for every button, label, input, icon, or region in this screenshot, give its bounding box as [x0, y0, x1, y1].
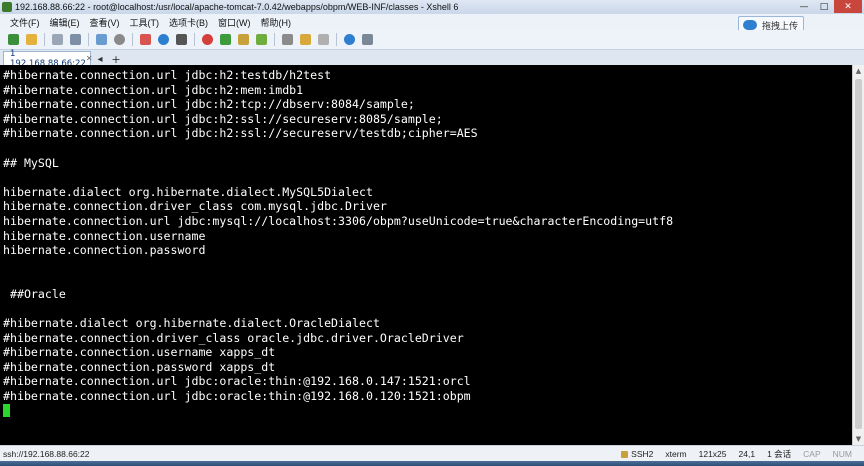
status-bar: ssh://192.168.88.66:22 SSH2 xterm 121x25…	[0, 445, 864, 461]
terminal-line: #hibernate.connection.url jdbc:oracle:th…	[3, 374, 471, 389]
terminal-line: hibernate.connection.password	[3, 243, 206, 258]
menu-tab[interactable]: 选项卡(B)	[169, 16, 208, 29]
protocol-label: SSH2	[631, 449, 654, 459]
lock-icon[interactable]	[238, 34, 249, 45]
add-tab-icon[interactable]: +	[110, 53, 122, 66]
menu-tools[interactable]: 工具(T)	[130, 16, 160, 29]
terminal-line: hibernate.connection.driver_class com.my…	[3, 199, 387, 214]
toolbar-separator	[336, 33, 337, 46]
tools-icon[interactable]	[362, 34, 373, 45]
terminal-cursor	[3, 403, 10, 417]
close-tab-icon[interactable]: ✕	[86, 54, 93, 63]
xmanager-icon[interactable]	[220, 34, 231, 45]
session-tab-bar: 1 192.168.88.66:22 ✕ ◂ +	[0, 49, 864, 69]
reconnect-icon[interactable]	[70, 34, 81, 45]
properties-icon[interactable]	[96, 34, 107, 45]
vertical-scrollbar[interactable]: ▲ ▼	[852, 65, 864, 445]
xftp-icon[interactable]	[202, 34, 213, 45]
menu-help[interactable]: 帮助(H)	[261, 16, 292, 29]
toolbar	[0, 30, 864, 50]
caps-lock-status: CAP	[803, 449, 821, 459]
disconnect-icon[interactable]	[52, 34, 63, 45]
terminal-line: #hibernate.connection.url jdbc:oracle:th…	[3, 389, 471, 404]
compose-icon[interactable]	[300, 34, 311, 45]
window-title: 192.168.88.66:22 - root@localhost:/usr/l…	[15, 2, 459, 12]
window-controls: — □ ✕	[794, 0, 862, 13]
terminal-line: #hibernate.connection.url jdbc:h2:ssl://…	[3, 111, 443, 126]
terminal-line: #hibernate.connection.username xapps_dt	[3, 345, 276, 360]
toolbar-separator	[274, 33, 275, 46]
status-right-group: SSH2 xterm 121x25 24,1 1 会话 CAP NUM	[621, 446, 864, 462]
menu-window[interactable]: 窗口(W)	[218, 16, 251, 29]
terminal-line: ##Oracle	[3, 286, 66, 301]
terminal-line: #hibernate.dialect org.hibernate.dialect…	[3, 316, 380, 331]
tab-session-1[interactable]: 1 192.168.88.66:22 ✕	[3, 49, 93, 69]
maximize-button[interactable]: □	[814, 0, 834, 13]
terminal-size-status: 121x25	[698, 449, 727, 459]
lock-icon	[621, 450, 629, 458]
windows-taskbar	[0, 461, 864, 466]
open-folder-icon[interactable]	[26, 34, 37, 45]
minimize-button[interactable]: —	[794, 0, 814, 13]
scrollbar-thumb[interactable]	[855, 79, 862, 429]
terminal-line: hibernate.connection.url jdbc:mysql://lo…	[3, 213, 674, 228]
toolbar-separator	[44, 33, 45, 46]
terminal-line: #hibernate.connection.url jdbc:h2:ssl://…	[3, 126, 478, 141]
globe-icon[interactable]	[158, 34, 169, 45]
menu-file[interactable]: 文件(F)	[10, 16, 40, 29]
toolbar-separator	[132, 33, 133, 46]
terminal-type-status: xterm	[665, 449, 687, 459]
title-bar: 192.168.88.66:22 - root@localhost:/usr/l…	[0, 0, 864, 14]
find-icon[interactable]	[114, 34, 125, 45]
toolbar-separator	[88, 33, 89, 46]
terminal-line: hibernate.dialect org.hibernate.dialect.…	[3, 184, 373, 199]
terminal-line: #hibernate.connection.password xapps_dt	[3, 359, 276, 374]
terminal-line: #hibernate.connection.driver_class oracl…	[3, 330, 464, 345]
terminal-output[interactable]: #hibernate.connection.url jdbc:h2:testdb…	[0, 65, 852, 445]
color-scheme-icon[interactable]	[140, 34, 151, 45]
tab-list-icon[interactable]: ◂	[94, 53, 106, 65]
scroll-down-icon[interactable]: ▼	[853, 433, 864, 445]
menu-view[interactable]: 查看(V)	[90, 16, 120, 29]
help-icon[interactable]	[344, 34, 355, 45]
sessions-status: 1 会话	[767, 449, 792, 459]
terminal-prompt-line	[3, 403, 852, 419]
layout-icon[interactable]	[318, 34, 329, 45]
num-lock-status: NUM	[832, 449, 852, 459]
new-session-icon[interactable]	[8, 34, 19, 45]
terminal-line: #hibernate.connection.url jdbc:h2:testdb…	[3, 68, 332, 82]
menu-edit[interactable]: 编辑(E)	[50, 16, 80, 29]
xshell-app-icon	[2, 2, 12, 12]
protocol-status: SSH2	[621, 449, 653, 459]
scroll-up-icon[interactable]: ▲	[853, 65, 864, 77]
menu-bar: 文件(F) 编辑(E) 查看(V) 工具(T) 选项卡(B) 窗口(W) 帮助(…	[0, 14, 864, 30]
connection-address: ssh://192.168.88.66:22	[3, 448, 90, 459]
terminal-line: ## MySQL	[3, 155, 59, 170]
terminal-line: #hibernate.connection.url jdbc:h2:mem:im…	[3, 82, 304, 97]
cursor-position-status: 24,1	[738, 449, 756, 459]
terminal-line: #hibernate.connection.url jdbc:h2:tcp://…	[3, 97, 415, 112]
keyboard-icon[interactable]	[282, 34, 293, 45]
terminal-line: hibernate.connection.username	[3, 228, 206, 243]
close-button[interactable]: ✕	[834, 0, 862, 13]
toolbar-separator	[194, 33, 195, 46]
cloud-upload-icon	[743, 20, 757, 30]
expand-icon[interactable]	[256, 34, 267, 45]
font-icon[interactable]	[176, 34, 187, 45]
